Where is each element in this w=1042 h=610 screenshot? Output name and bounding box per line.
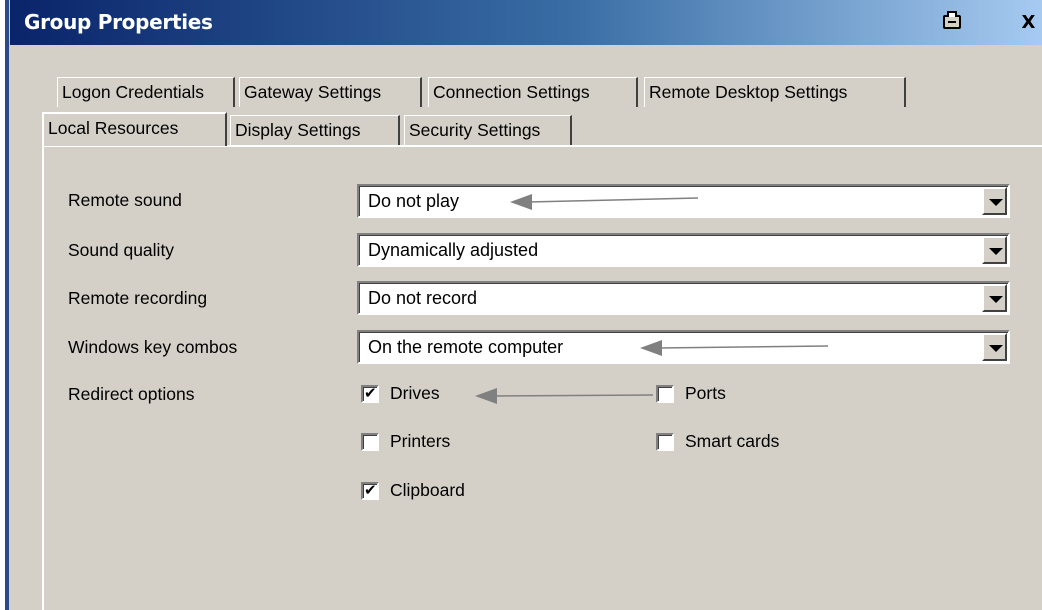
window-title: Group Properties	[24, 10, 213, 34]
clipboard-checkbox[interactable]: ✔	[361, 481, 379, 500]
tab-gateway-settings[interactable]: Gateway Settings	[239, 77, 422, 107]
sound-quality-label: Sound quality	[68, 240, 175, 260]
ports-checkbox[interactable]	[656, 385, 674, 403]
remote-recording-dropdown[interactable]: Do not record	[357, 281, 1010, 315]
tab-display-settings[interactable]: Display Settings	[230, 115, 400, 145]
check-icon: ✔	[364, 384, 377, 402]
title-bar[interactable]: Group Properties X	[10, 0, 1042, 45]
annotation-arrow-windows-key	[640, 340, 829, 356]
sound-quality-value: Dynamically adjusted	[368, 240, 539, 260]
remote-sound-label: Remote sound	[68, 190, 182, 210]
tab-connection-settings[interactable]: Connection Settings	[428, 77, 638, 107]
redirect-options-label: Redirect options	[68, 384, 195, 404]
tab-remote-desktop-settings[interactable]: Remote Desktop Settings	[644, 77, 906, 107]
tab-local-resources[interactable]: Local Resources	[42, 112, 227, 146]
remote-sound-value: Do not play	[368, 191, 460, 211]
smart-cards-label[interactable]: Smart cards	[685, 431, 779, 452]
printers-checkbox[interactable]	[361, 433, 379, 451]
tab-logon-credentials[interactable]: Logon Credentials	[57, 77, 235, 107]
check-icon: ✔	[364, 481, 377, 499]
annotation-arrow-drives	[475, 388, 654, 404]
group-properties-window: Group Properties X Logon Credentials Gat…	[10, 0, 1042, 610]
remote-recording-label: Remote recording	[68, 288, 208, 308]
ports-label[interactable]: Ports	[685, 383, 726, 404]
smart-cards-checkbox[interactable]	[656, 433, 674, 451]
chevron-down-icon[interactable]	[982, 187, 1007, 215]
sound-quality-dropdown[interactable]: Dynamically adjusted	[357, 233, 1010, 267]
printers-label[interactable]: Printers	[390, 431, 450, 452]
close-button[interactable]: X	[1015, 12, 1042, 34]
printer-icon	[943, 11, 961, 29]
chevron-down-icon[interactable]	[982, 333, 1007, 361]
remote-recording-value: Do not record	[368, 288, 478, 308]
drives-checkbox[interactable]: ✔	[361, 384, 379, 403]
chevron-down-icon[interactable]	[982, 236, 1007, 264]
windows-key-combos-value: On the remote computer	[368, 337, 564, 357]
clipboard-label[interactable]: Clipboard	[390, 480, 465, 501]
window-left-border	[0, 0, 10, 610]
drives-label[interactable]: Drives	[390, 383, 440, 404]
windows-key-combos-label: Windows key combos	[68, 337, 238, 357]
chevron-down-icon[interactable]	[982, 284, 1007, 312]
tab-security-settings[interactable]: Security Settings	[404, 115, 572, 145]
annotation-arrow-remote-sound	[510, 194, 699, 210]
print-button[interactable]	[940, 11, 966, 34]
